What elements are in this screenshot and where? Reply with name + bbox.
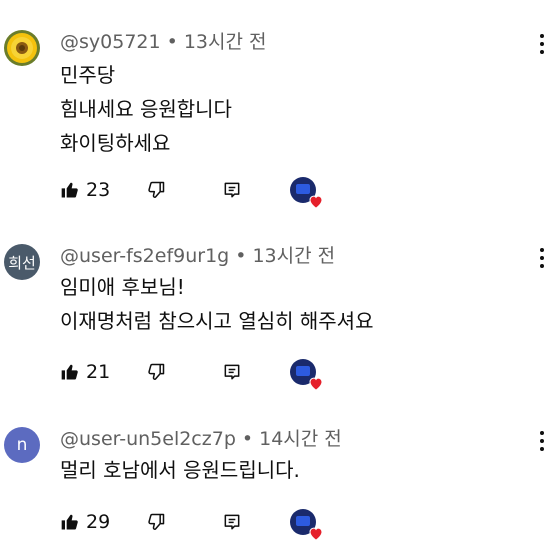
comment-author[interactable]: @user-fs2ef9ur1g	[60, 245, 229, 267]
comment-line: 화이팅하세요	[60, 131, 171, 155]
thumbs-down-icon	[148, 363, 165, 380]
like-count: 29	[86, 511, 111, 533]
more-options-icon[interactable]	[532, 32, 552, 56]
reply-button[interactable]	[222, 176, 242, 204]
reply-icon	[224, 514, 240, 530]
comment-meta: @user-fs2ef9ur1g • 13시간 전	[60, 242, 335, 270]
comment-text: 임미애 후보님! 이재명처럼 참으시고 열심히 해주셔요	[60, 270, 373, 338]
sunflower-avatar-icon	[4, 30, 40, 66]
avatar[interactable]	[4, 30, 40, 66]
more-options-icon[interactable]	[532, 429, 552, 453]
thumbs-up-icon	[61, 364, 78, 380]
dislike-button[interactable]	[146, 358, 166, 386]
like-count: 21	[86, 361, 111, 383]
comment-time[interactable]: 13시간 전	[184, 31, 267, 53]
comment-meta: @user-un5el2cz7p • 14시간 전	[60, 425, 342, 453]
comment-author[interactable]: @sy05721	[60, 31, 161, 53]
heart-icon	[309, 195, 323, 209]
heart-icon	[309, 527, 323, 541]
avatar[interactable]: 희선	[4, 244, 40, 280]
meta-separator: •	[166, 31, 178, 53]
comment-line: 이재명처럼 참으시고 열심히 해주셔요	[60, 309, 374, 333]
avatar-initials: 희선	[8, 253, 36, 272]
like-button[interactable]: 21	[60, 358, 110, 386]
thumbs-down-icon	[148, 513, 165, 530]
reply-icon	[224, 364, 240, 380]
reply-button[interactable]	[222, 358, 242, 386]
like-button[interactable]: 29	[60, 508, 110, 536]
thumbs-up-icon	[61, 514, 78, 530]
thumbs-up-icon	[61, 182, 78, 198]
comment-line: 임미애 후보님!	[60, 275, 185, 299]
comment-line: 멀리 호남에서 응원드립니다.	[60, 458, 300, 482]
more-options-icon[interactable]	[532, 246, 552, 270]
comment-text: 멀리 호남에서 응원드립니다.	[60, 453, 300, 487]
comment-line: 민주당	[60, 63, 116, 87]
channel-avatar	[290, 509, 323, 541]
channel-avatar	[290, 177, 323, 209]
reply-icon	[224, 182, 240, 198]
comment-time[interactable]: 14시간 전	[259, 428, 342, 450]
comment-actions: 29	[60, 508, 540, 541]
comment-actions: 23	[60, 176, 540, 209]
dislike-button[interactable]	[146, 508, 166, 536]
comment-author[interactable]: @user-un5el2cz7p	[60, 428, 236, 450]
creator-heart-badge	[290, 358, 323, 391]
comment-meta: @sy05721 • 13시간 전	[60, 28, 266, 56]
like-button[interactable]: 23	[60, 176, 110, 204]
comment-actions: 21	[60, 358, 540, 391]
avatar-initials: n	[16, 435, 28, 455]
comment-text: 민주당 힘내세요 응원합니다 화이팅하세요	[60, 58, 232, 160]
dislike-button[interactable]	[146, 176, 166, 204]
comment-time[interactable]: 13시간 전	[252, 245, 335, 267]
comment-line: 힘내세요 응원합니다	[60, 97, 232, 121]
reply-button[interactable]	[222, 508, 242, 536]
avatar[interactable]: n	[4, 427, 40, 463]
thumbs-down-icon	[148, 181, 165, 198]
meta-separator: •	[235, 245, 247, 267]
channel-avatar	[290, 359, 323, 391]
heart-icon	[309, 377, 323, 391]
creator-heart-badge	[290, 508, 323, 541]
creator-heart-badge	[290, 176, 323, 209]
meta-separator: •	[241, 428, 254, 450]
like-count: 23	[86, 179, 111, 201]
